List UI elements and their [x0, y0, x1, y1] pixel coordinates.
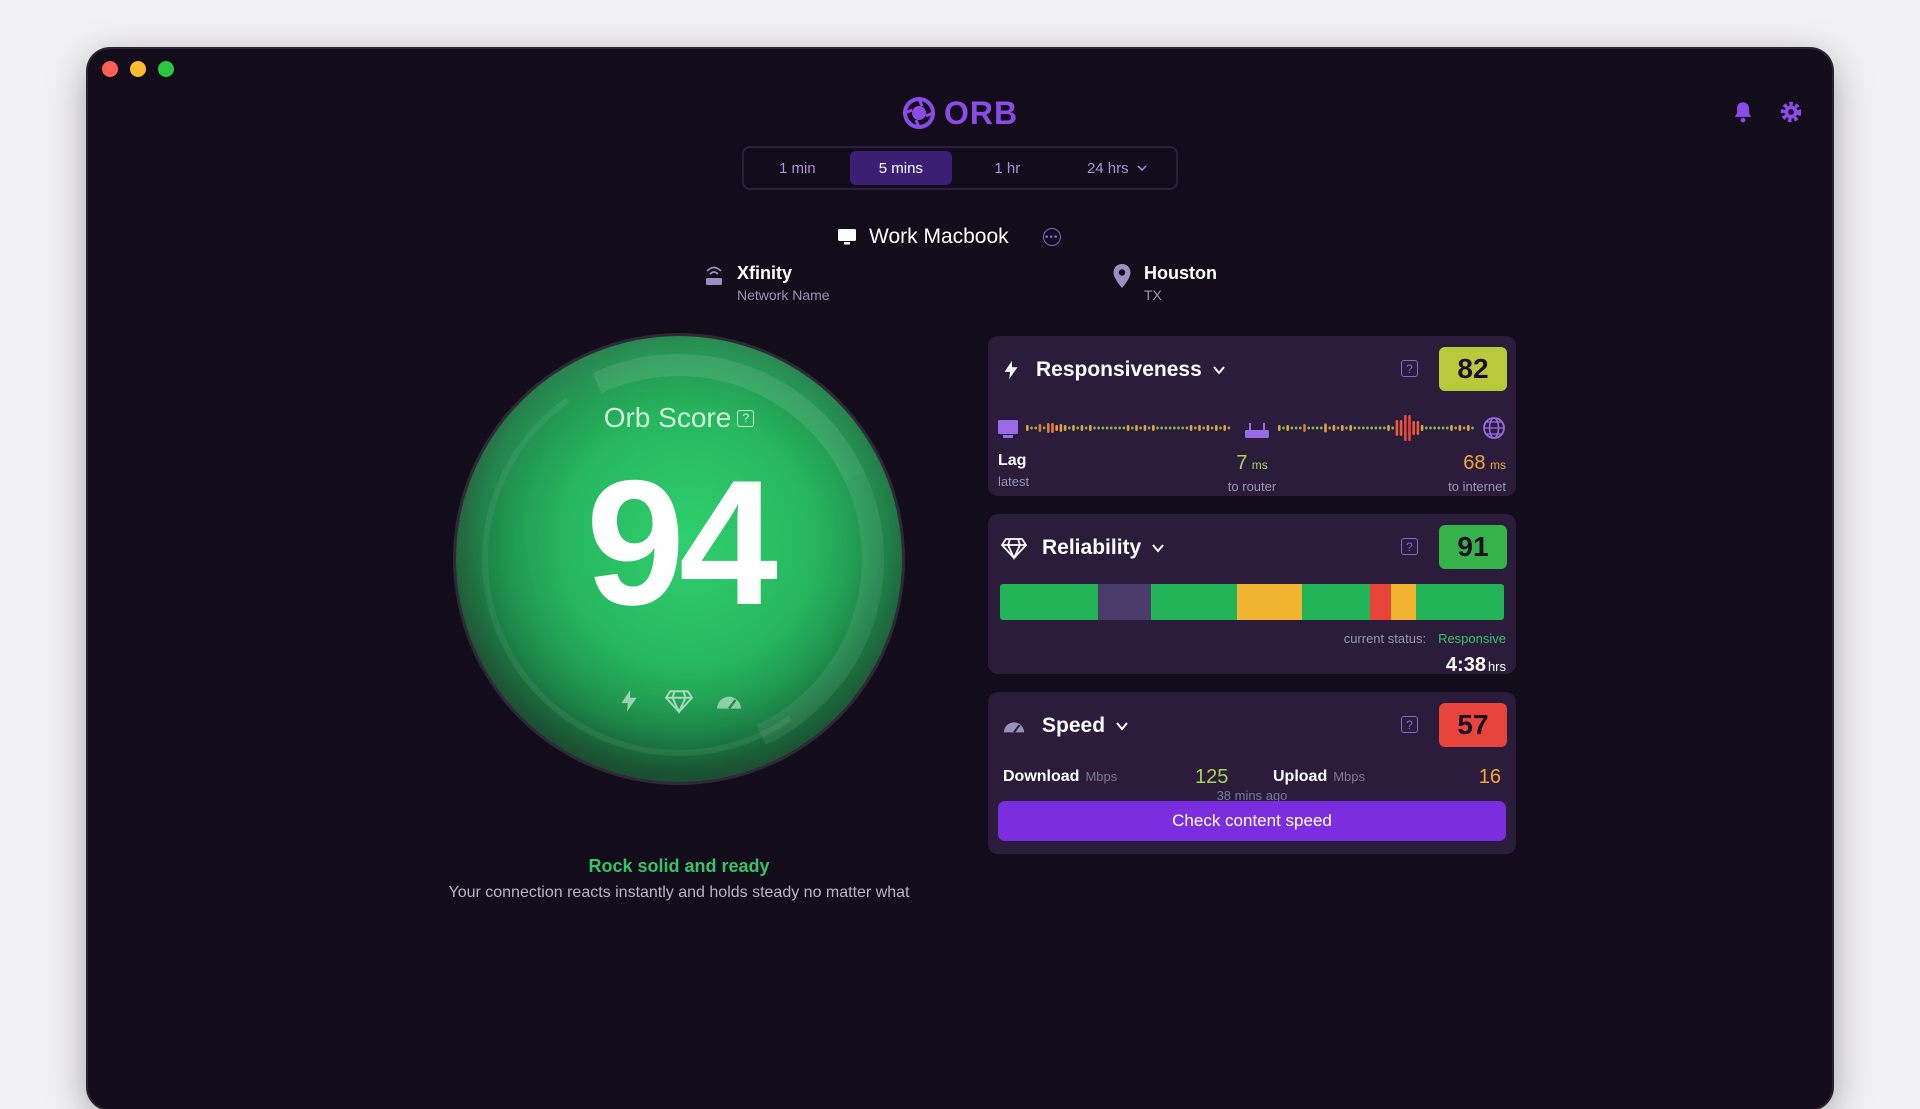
- tab-1-min[interactable]: 1 min: [749, 151, 846, 185]
- lightning-icon: [1004, 360, 1018, 380]
- check-content-speed-button[interactable]: Check content speed: [998, 801, 1506, 841]
- tab-1-hr[interactable]: 1 hr: [956, 151, 1059, 185]
- chevron-down-icon: [1137, 165, 1147, 172]
- help-icon[interactable]: ?: [1401, 716, 1418, 733]
- globe-icon: [1483, 417, 1505, 439]
- help-icon[interactable]: ?: [737, 409, 755, 427]
- device-name: Work Macbook: [869, 225, 1009, 248]
- router-icon: [706, 266, 722, 285]
- location-region: TX: [1144, 287, 1162, 303]
- latency-waveform: [998, 415, 1505, 441]
- location-info: Houston TX: [1112, 263, 1217, 303]
- lag-caption: latest: [998, 474, 1030, 489]
- orb-category-icons: [456, 688, 902, 714]
- timeline-segment-good: [1415, 584, 1504, 620]
- zoom-window-button[interactable]: [158, 61, 174, 77]
- timeline-segment-good: [1151, 584, 1237, 620]
- close-window-button[interactable]: [102, 61, 118, 77]
- score-description: Your connection reacts instantly and hol…: [448, 884, 910, 901]
- responsiveness-card: Responsiveness ? 82 Lag latest 7 ms to r…: [988, 336, 1516, 496]
- network-name: Xfinity: [737, 263, 793, 283]
- timeline-segment-good: [1000, 584, 1099, 620]
- window-controls: [102, 61, 174, 77]
- gear-icon[interactable]: [1778, 99, 1804, 125]
- chevron-down-icon: [1212, 366, 1225, 375]
- device-selector[interactable]: Work Macbook •••: [837, 221, 1061, 253]
- computer-icon: [998, 420, 1018, 434]
- orb-score-title: Orb Score ?: [456, 402, 902, 434]
- download-label: Download Mbps: [1003, 768, 1118, 785]
- network-name-caption: Network Name: [737, 287, 830, 303]
- timeline-segment-poor: [1370, 584, 1391, 620]
- router-icon: [1245, 423, 1269, 438]
- bell-icon[interactable]: [1730, 99, 1756, 125]
- chevron-down-icon: [1116, 722, 1128, 731]
- timeline-segment-fair: [1390, 584, 1416, 620]
- diamond-icon: [1000, 538, 1028, 560]
- chevron-down-icon: [1152, 544, 1164, 553]
- speed-header[interactable]: Speed: [1000, 704, 1129, 748]
- status-value: Responsive: [1438, 631, 1506, 646]
- responsiveness-header[interactable]: Responsiveness: [1000, 348, 1226, 392]
- lag-stats: Lag latest 7 ms to router 68 ms to inter…: [998, 452, 1506, 494]
- speed-card: Speed ? 57 Download Mbps 125 Upload Mbps 1…: [988, 692, 1516, 854]
- router-latency: 7 ms to router: [1227, 452, 1277, 494]
- tab-5-mins[interactable]: 5 mins: [849, 151, 953, 185]
- more-options-icon[interactable]: •••: [1042, 228, 1061, 246]
- network-info: Xfinity Network Name: [703, 263, 830, 303]
- reliability-timeline: [1000, 584, 1504, 620]
- tab-24-hrs-dropdown[interactable]: 24 hrs: [1063, 151, 1171, 185]
- status-duration: 4:38 hrs: [1445, 654, 1506, 676]
- timeline-segment-good: [1302, 584, 1371, 620]
- upload-label: Upload Mbps: [1273, 768, 1366, 785]
- diamond-icon: [664, 690, 694, 714]
- speedometer-icon: [1003, 722, 1025, 734]
- speedometer-icon: [717, 696, 741, 710]
- score-summary: Rock solid and ready Your connection rea…: [448, 856, 910, 902]
- lag-label: Lag: [998, 452, 1027, 469]
- current-status: current status: Responsive: [1343, 631, 1506, 646]
- location-city: Houston: [1144, 263, 1217, 283]
- app-window: ORB 1 min 5 mins 1 hr 24 hrs Work Macboo…: [88, 49, 1832, 1109]
- speed-score-badge: 57: [1439, 703, 1507, 747]
- orb-score-value: 94: [586, 443, 778, 642]
- internet-latency: 68 ms to internet: [1448, 452, 1506, 494]
- orb-logo-icon: [903, 97, 935, 129]
- reliability-card: Reliability ? 91 current status: Responsi…: [988, 514, 1516, 676]
- orb-score-dial: Orb Score ? 94: [416, 296, 942, 822]
- upload-value: 16: [1478, 766, 1501, 788]
- reliability-header[interactable]: Reliability: [1000, 526, 1165, 570]
- download-value: 125: [1195, 766, 1229, 788]
- logo-text: ORB: [944, 94, 1019, 131]
- lightning-icon: [621, 690, 637, 712]
- help-icon[interactable]: ?: [1401, 538, 1418, 555]
- timeline-segment-unknown: [1098, 584, 1152, 620]
- reliability-score-badge: 91: [1439, 525, 1507, 569]
- monitor-icon: [838, 229, 856, 245]
- map-pin-icon: [1113, 264, 1131, 288]
- app-logo: ORB: [902, 93, 1018, 133]
- score-headline: Rock solid and ready: [588, 856, 770, 876]
- minimize-window-button[interactable]: [130, 61, 146, 77]
- time-range-tabs: 1 min 5 mins 1 hr 24 hrs: [742, 146, 1178, 190]
- top-actions: [1730, 99, 1804, 125]
- help-icon[interactable]: ?: [1401, 360, 1418, 377]
- responsiveness-score-badge: 82: [1439, 347, 1507, 391]
- timeline-segment-fair: [1236, 584, 1303, 620]
